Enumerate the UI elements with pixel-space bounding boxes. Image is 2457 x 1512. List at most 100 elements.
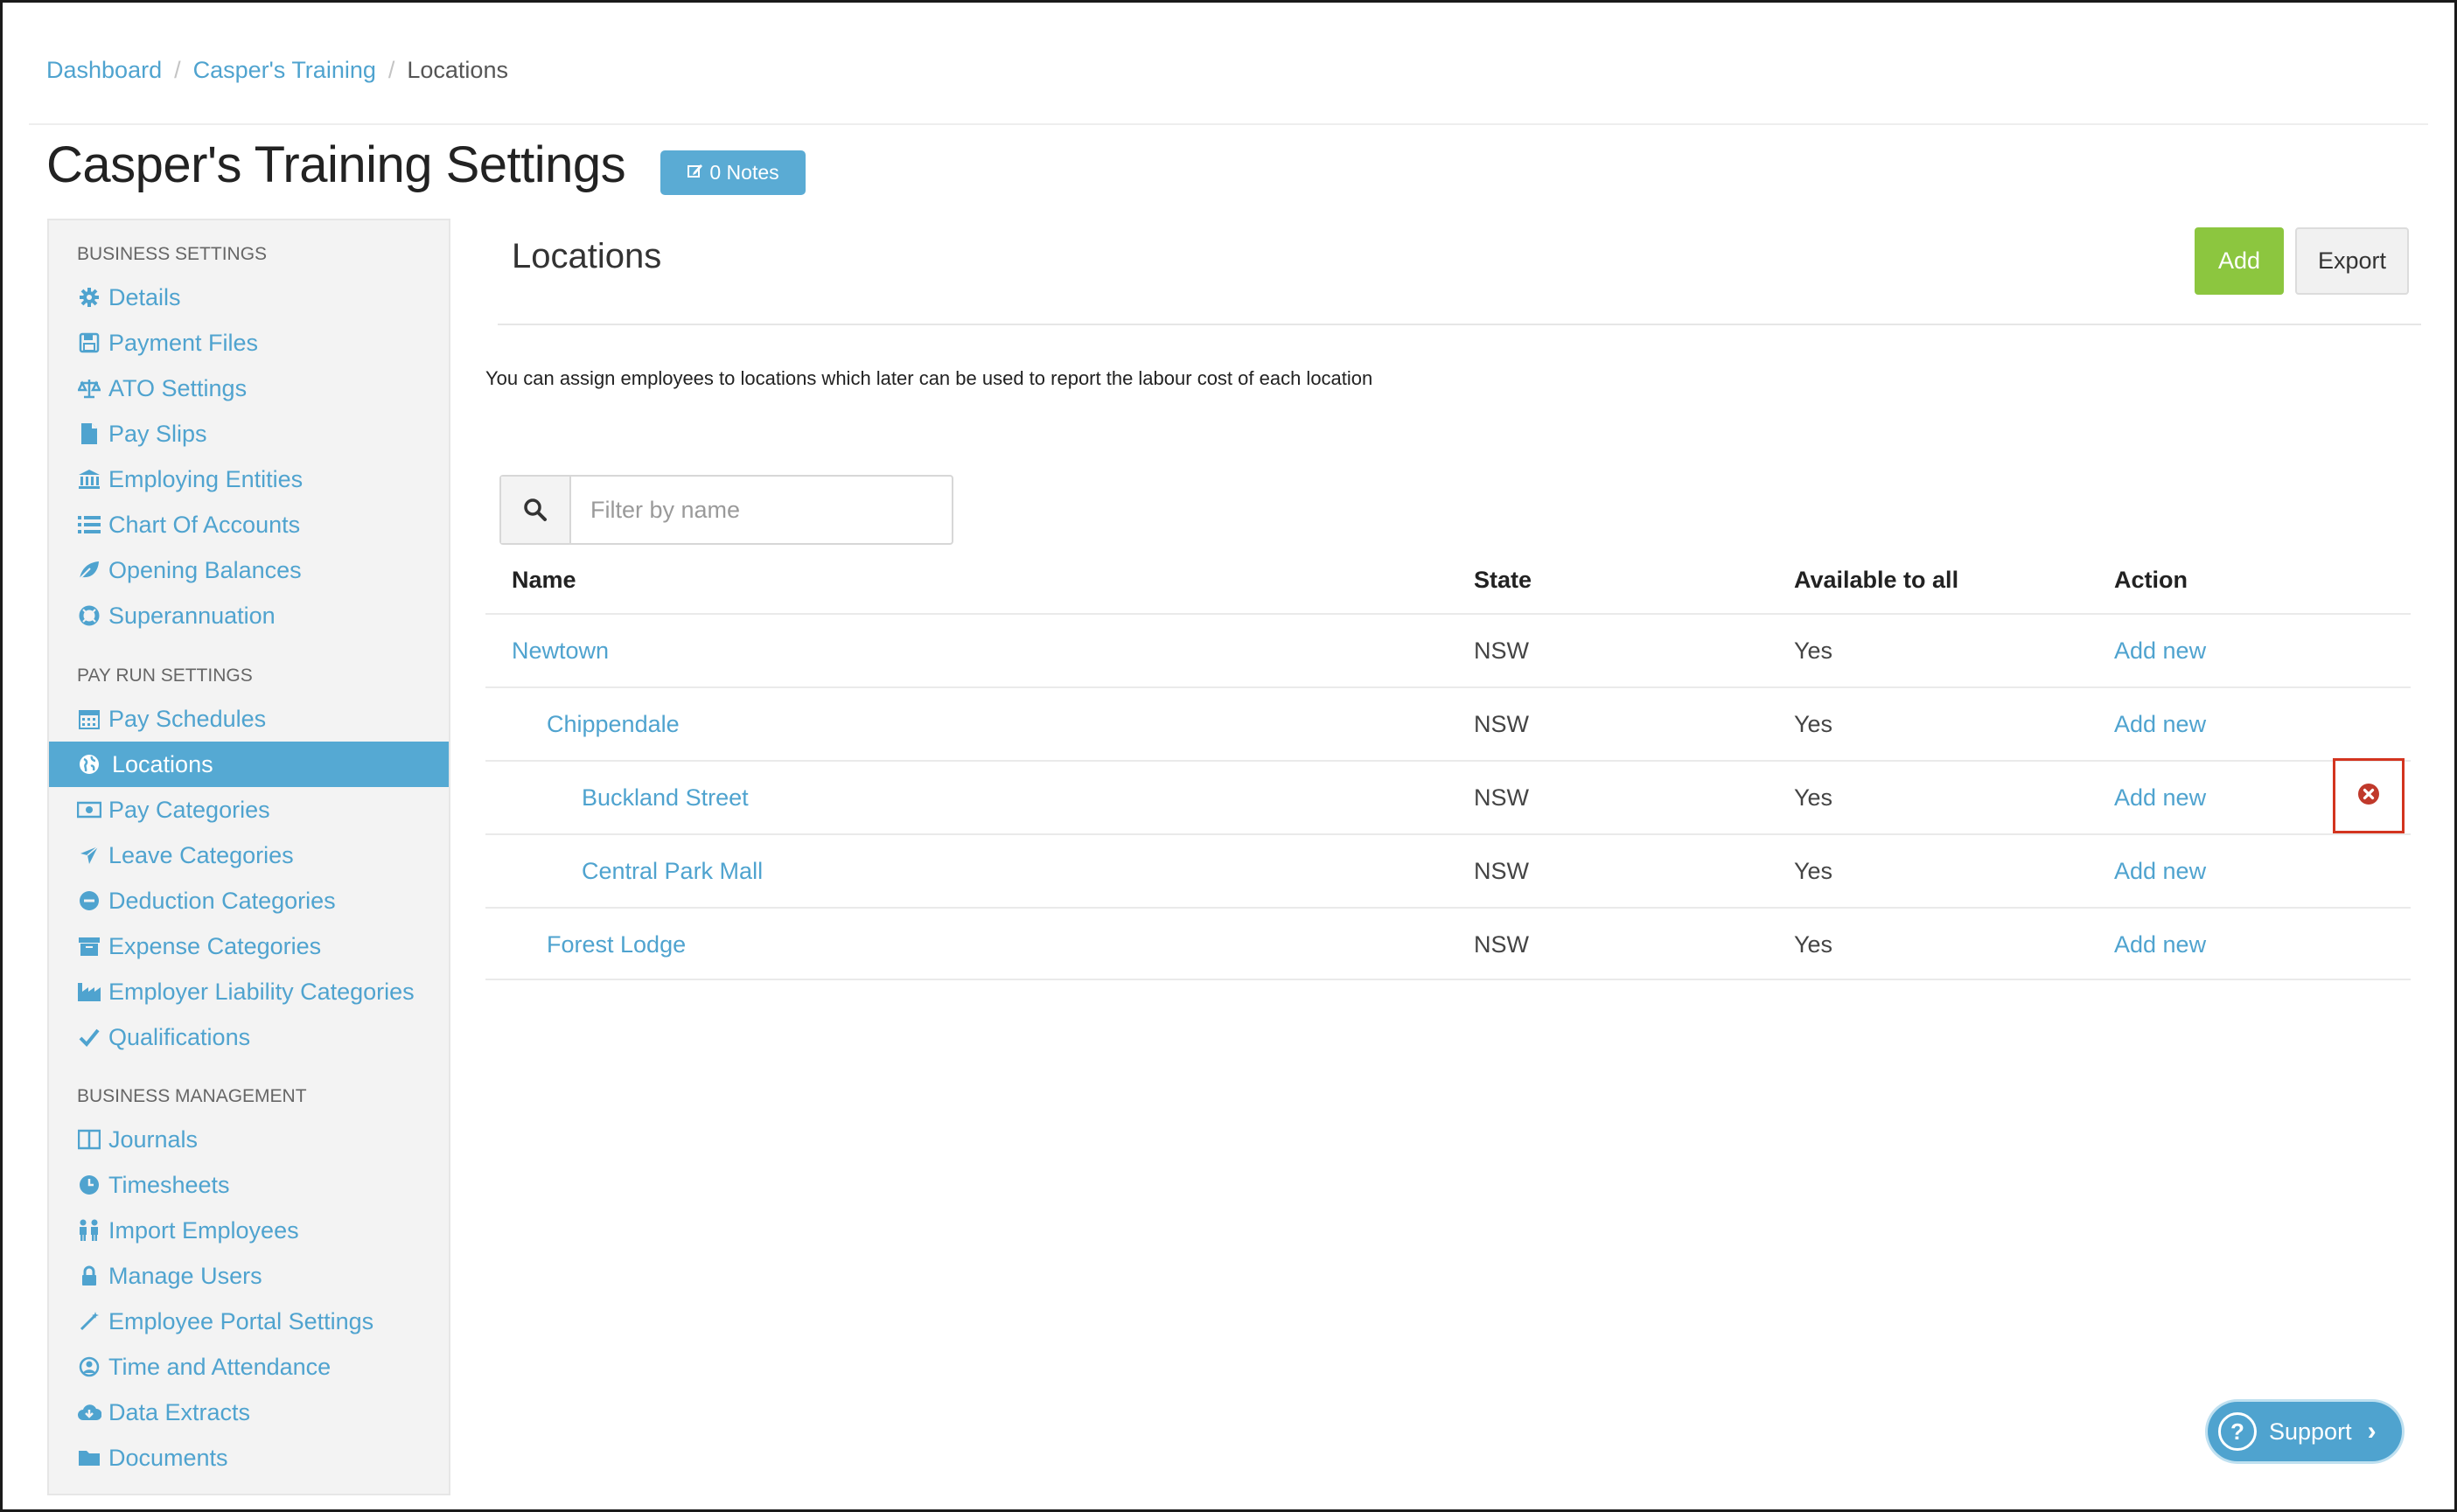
- search-icon[interactable]: [501, 477, 571, 543]
- sidebar-item-label: Leave Categories: [108, 841, 294, 868]
- sidebar-item-label: Documents: [108, 1444, 228, 1471]
- location-state: NSW: [1474, 930, 1529, 958]
- sidebar-item-time-and-attendance[interactable]: Time and Attendance: [49, 1344, 449, 1390]
- sidebar-item-label: Pay Categories: [108, 796, 270, 823]
- location-name-link[interactable]: Central Park Mall: [582, 835, 763, 907]
- sidebar-item-payment-files[interactable]: Payment Files: [49, 320, 449, 366]
- table-row: Forest Lodge NSW Yes Add new: [485, 907, 2411, 980]
- check-icon: [77, 1025, 101, 1049]
- sidebar-item-label: Payment Files: [108, 329, 259, 356]
- location-name-link[interactable]: Forest Lodge: [547, 909, 686, 980]
- table-row: Newtown NSW Yes Add new: [485, 613, 2411, 686]
- lifebuoy-icon: [77, 603, 101, 628]
- sidebar-item-employee-portal-settings[interactable]: Employee Portal Settings: [49, 1299, 449, 1344]
- sidebar-item-employing-entities[interactable]: Employing Entities: [49, 456, 449, 502]
- sidebar-item-expense-categories[interactable]: Expense Categories: [49, 923, 449, 969]
- add-new-link[interactable]: Add new: [2114, 762, 2206, 833]
- sidebar-item-qualifications[interactable]: Qualifications: [49, 1014, 449, 1060]
- archive-icon: [77, 934, 101, 958]
- folder-icon: [77, 1446, 101, 1470]
- sidebar-item-leave-categories[interactable]: Leave Categories: [49, 833, 449, 878]
- divider: [29, 123, 2428, 125]
- sidebar-item-manage-users[interactable]: Manage Users: [49, 1253, 449, 1299]
- industry-icon: [77, 979, 101, 1004]
- sidebar-item-details[interactable]: Details: [49, 275, 449, 320]
- add-new-link[interactable]: Add new: [2114, 835, 2206, 907]
- sidebar-heading-business-settings: BUSINESS SETTINGS: [77, 244, 268, 264]
- breadcrumb-separator: /: [174, 57, 181, 83]
- column-header-available: Available to all: [1794, 567, 1959, 593]
- breadcrumb-business-link[interactable]: Casper's Training: [193, 57, 376, 84]
- sidebar-item-import-employees[interactable]: Import Employees: [49, 1208, 449, 1253]
- sidebar-item-pay-slips[interactable]: Pay Slips: [49, 411, 449, 456]
- search-box: [499, 475, 953, 545]
- sidebar-item-label: Chart Of Accounts: [108, 511, 301, 538]
- sidebar-item-employer-liability-categories[interactable]: Employer Liability Categories: [49, 969, 449, 1014]
- sidebar-item-label: Details: [108, 283, 181, 310]
- sidebar-item-deduction-categories[interactable]: Deduction Categories: [49, 878, 449, 923]
- sidebar-item-label: Employee Portal Settings: [108, 1307, 374, 1334]
- breadcrumb-current: Locations: [407, 57, 508, 83]
- location-state: NSW: [1474, 857, 1529, 884]
- columns-icon: [77, 1127, 101, 1152]
- sidebar-item-documents[interactable]: Documents: [49, 1435, 449, 1481]
- location-state: NSW: [1474, 784, 1529, 811]
- add-new-link[interactable]: Add new: [2114, 909, 2206, 980]
- sidebar-item-journals[interactable]: Journals: [49, 1117, 449, 1162]
- sidebar-item-label: Opening Balances: [108, 556, 302, 583]
- sidebar-item-label: Data Extracts: [108, 1398, 251, 1425]
- notes-button[interactable]: 0 Notes: [660, 150, 806, 195]
- sidebar-item-data-extracts[interactable]: Data Extracts: [49, 1390, 449, 1435]
- magic-wand-icon: [77, 1309, 101, 1334]
- location-available: Yes: [1794, 710, 1833, 737]
- sidebar-item-ato-settings[interactable]: ATO Settings: [49, 366, 449, 411]
- location-name-link[interactable]: Chippendale: [547, 688, 680, 760]
- sidebar-item-label: Deduction Categories: [108, 887, 336, 914]
- location-name-link[interactable]: Buckland Street: [582, 762, 749, 833]
- sidebar-item-label: Pay Slips: [108, 420, 207, 447]
- delete-icon[interactable]: [2357, 783, 2380, 810]
- cloud-download-icon: [77, 1400, 101, 1425]
- breadcrumb-dashboard-link[interactable]: Dashboard: [46, 57, 162, 84]
- sidebar-item-label: Timesheets: [108, 1171, 230, 1198]
- add-new-link[interactable]: Add new: [2114, 688, 2206, 760]
- location-available: Yes: [1794, 637, 1833, 664]
- gear-icon: [77, 285, 101, 310]
- location-name-link[interactable]: Newtown: [512, 615, 609, 686]
- scales-icon: [77, 376, 101, 401]
- sidebar-item-label: Employer Liability Categories: [108, 978, 415, 1005]
- support-button[interactable]: ? Support ›: [2208, 1402, 2402, 1461]
- sidebar-item-timesheets[interactable]: Timesheets: [49, 1162, 449, 1208]
- sidebar-item-pay-schedules[interactable]: Pay Schedules: [49, 696, 449, 742]
- location-available: Yes: [1794, 930, 1833, 958]
- edit-icon: [687, 161, 704, 185]
- sidebar-item-label: Import Employees: [108, 1216, 299, 1244]
- export-button[interactable]: Export: [2295, 227, 2409, 295]
- sidebar-item-label: Manage Users: [108, 1262, 262, 1289]
- sidebar-item-chart-of-accounts[interactable]: Chart Of Accounts: [49, 502, 449, 547]
- globe-icon: [77, 752, 101, 777]
- breadcrumb: Dashboard / Casper's Training / Location…: [46, 57, 508, 84]
- table-row: Buckland Street NSW Yes Add new: [485, 760, 2411, 833]
- file-icon: [77, 422, 101, 446]
- list-icon: [77, 512, 101, 537]
- sidebar-item-label: Qualifications: [108, 1023, 251, 1050]
- search-input[interactable]: [571, 477, 952, 543]
- location-available: Yes: [1794, 784, 1833, 811]
- sidebar-item-locations[interactable]: Locations: [49, 742, 449, 787]
- sidebar: BUSINESS SETTINGS Details Payment Files …: [47, 219, 450, 1495]
- sidebar-item-pay-categories[interactable]: Pay Categories: [49, 787, 449, 833]
- page-title: Casper's Training Settings: [46, 136, 626, 193]
- add-button[interactable]: Add: [2195, 227, 2284, 295]
- column-header-state: State: [1474, 567, 1532, 593]
- sidebar-item-opening-balances[interactable]: Opening Balances: [49, 547, 449, 593]
- notes-label: 0 Notes: [709, 161, 779, 184]
- delete-highlight: [2333, 758, 2405, 833]
- location-state: NSW: [1474, 710, 1529, 737]
- sidebar-heading-business-management: BUSINESS MANAGEMENT: [77, 1086, 307, 1106]
- sidebar-item-label: Superannuation: [108, 602, 276, 629]
- plane-icon: [77, 843, 101, 867]
- add-new-link[interactable]: Add new: [2114, 615, 2206, 686]
- sidebar-item-superannuation[interactable]: Superannuation: [49, 593, 449, 638]
- location-state: NSW: [1474, 637, 1529, 664]
